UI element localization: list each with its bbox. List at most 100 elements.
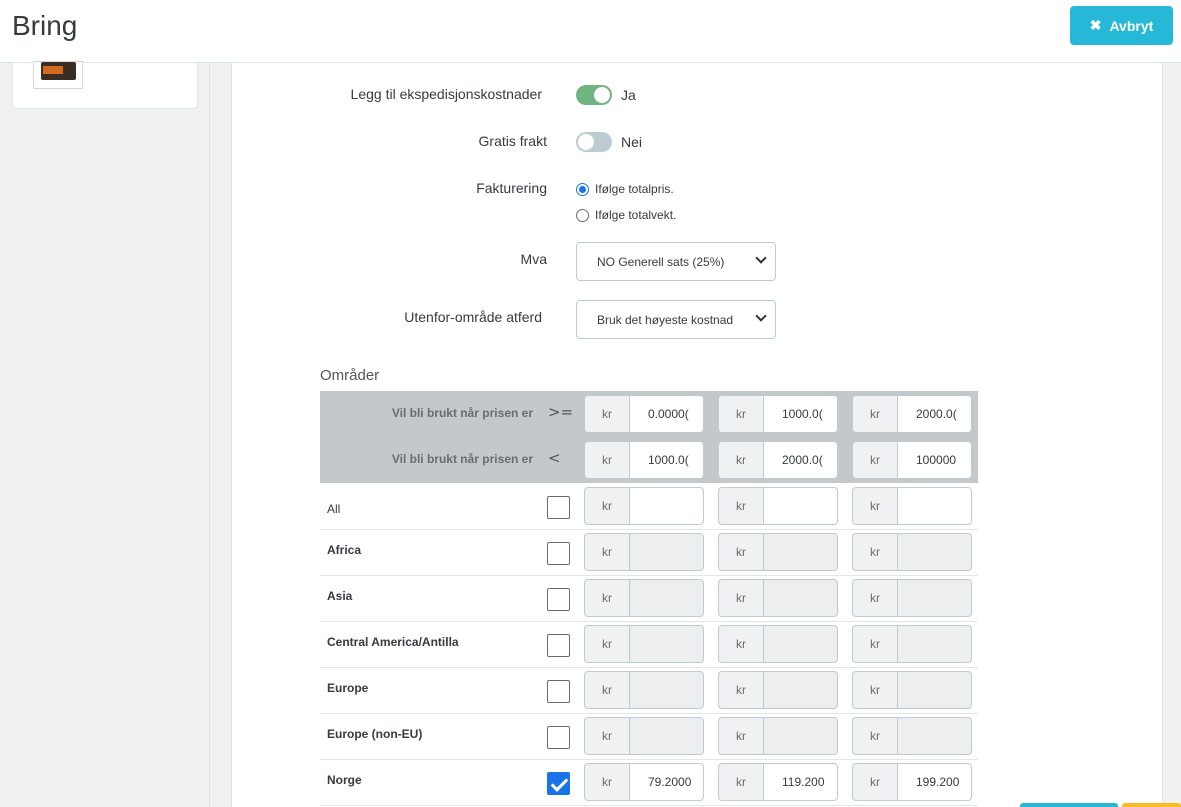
zone-price-input[interactable]: kr xyxy=(852,717,972,755)
zone-price-input[interactable]: kr xyxy=(718,487,838,525)
range-from-operator: >= xyxy=(548,403,574,421)
zones-title: Områder xyxy=(320,367,380,384)
zone-checkbox[interactable] xyxy=(547,542,570,565)
product-thumbnail[interactable] xyxy=(33,61,83,89)
zone-price-field xyxy=(897,717,972,755)
currency-addon: kr xyxy=(584,487,629,525)
currency-addon: kr xyxy=(584,717,629,755)
zone-price-input[interactable]: kr xyxy=(584,717,704,755)
range-from-input-1[interactable]: kr 0.0000( xyxy=(584,395,704,433)
zone-price-input[interactable]: kr xyxy=(584,533,704,571)
range-from-input-3[interactable]: kr 2000.0( xyxy=(852,395,972,433)
currency-addon: kr xyxy=(718,533,763,571)
zone-price-input[interactable]: kr xyxy=(852,487,972,525)
out-of-range-select[interactable]: Bruk det høyeste kostnad xyxy=(576,300,776,339)
zone-price-input[interactable]: kr xyxy=(584,487,704,525)
zone-price-field xyxy=(629,533,704,571)
zone-price-field[interactable] xyxy=(897,487,972,525)
toggle-knob xyxy=(578,134,594,150)
billing-option-weight[interactable]: Ifølge totalvekt. xyxy=(576,208,676,222)
currency-addon: kr xyxy=(852,671,897,709)
zone-price-field xyxy=(629,671,704,709)
range-from-field[interactable]: 2000.0( xyxy=(897,395,972,433)
range-from-field[interactable]: 1000.0( xyxy=(763,395,838,433)
zone-price-input[interactable]: kr xyxy=(584,671,704,709)
currency-addon: kr xyxy=(718,441,763,479)
currency-addon: kr xyxy=(852,763,897,801)
zone-price-field[interactable]: 199.200 xyxy=(897,763,972,801)
product-image xyxy=(41,62,76,80)
zone-row-africa: Africa kr kr kr xyxy=(320,530,978,576)
zone-price-input[interactable]: kr xyxy=(718,533,838,571)
zone-price-input[interactable]: kr 199.200 xyxy=(852,763,972,801)
currency-addon: kr xyxy=(852,395,897,433)
zone-price-input[interactable]: kr 79.2000 xyxy=(584,763,704,801)
zone-price-field xyxy=(629,717,704,755)
range-to-input-3[interactable]: kr 100000 xyxy=(852,441,972,479)
currency-addon: kr xyxy=(852,533,897,571)
currency-addon: kr xyxy=(852,441,897,479)
radio-button[interactable] xyxy=(576,208,589,222)
billing-option-price[interactable]: Ifølge totalpris. xyxy=(576,182,674,196)
currency-addon: kr xyxy=(584,533,629,571)
zone-price-field[interactable] xyxy=(629,487,704,525)
zone-checkbox[interactable] xyxy=(547,634,570,657)
range-to-input-2[interactable]: kr 2000.0( xyxy=(718,441,838,479)
currency-addon: kr xyxy=(584,625,629,663)
zone-name: Asia xyxy=(327,589,353,603)
range-from-input-2[interactable]: kr 1000.0( xyxy=(718,395,838,433)
zone-price-field xyxy=(629,625,704,663)
free-shipping-toggle[interactable] xyxy=(576,132,612,152)
zone-price-field xyxy=(897,533,972,571)
currency-addon: kr xyxy=(718,395,763,433)
billing-option-label: Ifølge totalvekt. xyxy=(595,208,677,222)
range-from-field[interactable]: 0.0000( xyxy=(629,395,704,433)
zone-price-input[interactable]: kr xyxy=(584,625,704,663)
zone-price-input[interactable]: kr xyxy=(852,671,972,709)
zone-price-field[interactable] xyxy=(763,487,838,525)
zone-price-input[interactable]: kr xyxy=(718,717,838,755)
radio-button[interactable] xyxy=(576,182,589,196)
zone-price-input[interactable]: kr xyxy=(852,625,972,663)
bottom-secondary-button[interactable] xyxy=(1122,803,1181,807)
range-from-label: Vil bli brukt når prisen er xyxy=(391,406,533,420)
zone-price-input[interactable]: kr 119.200 xyxy=(718,763,838,801)
zone-price-field xyxy=(763,717,838,755)
zone-price-field[interactable]: 119.200 xyxy=(763,763,838,801)
zone-checkbox[interactable] xyxy=(547,588,570,611)
range-to-field[interactable]: 100000 xyxy=(897,441,972,479)
zone-price-input[interactable]: kr xyxy=(852,533,972,571)
zone-row-asia: Asia kr kr kr xyxy=(320,576,978,622)
currency-addon: kr xyxy=(584,441,629,479)
range-to-field[interactable]: 1000.0( xyxy=(629,441,704,479)
zone-price-input[interactable]: kr xyxy=(718,579,838,617)
cancel-button[interactable]: ✖ Avbryt xyxy=(1070,6,1173,45)
zone-checkbox[interactable] xyxy=(547,496,570,519)
zone-price-input[interactable]: kr xyxy=(718,671,838,709)
currency-addon: kr xyxy=(718,579,763,617)
bottom-primary-button[interactable] xyxy=(1020,803,1118,807)
zone-checkbox[interactable] xyxy=(547,772,570,795)
zone-checkbox[interactable] xyxy=(547,726,570,749)
zone-price-field xyxy=(763,533,838,571)
zone-price-input[interactable]: kr xyxy=(584,579,704,617)
range-to-field[interactable]: 2000.0( xyxy=(763,441,838,479)
handling-costs-toggle[interactable] xyxy=(576,85,612,105)
zone-price-field xyxy=(763,625,838,663)
range-to-input-1[interactable]: kr 1000.0( xyxy=(584,441,704,479)
free-shipping-label: Gratis frakt xyxy=(478,133,547,149)
left-panel xyxy=(0,61,210,807)
currency-addon: kr xyxy=(718,487,763,525)
currency-addon: kr xyxy=(584,579,629,617)
tax-select[interactable]: NO Generell sats (25%) xyxy=(576,242,776,281)
currency-addon: kr xyxy=(584,763,629,801)
zone-price-field[interactable]: 79.2000 xyxy=(629,763,704,801)
handling-costs-label: Legg til ekspedisjonskostnader xyxy=(350,86,542,102)
zone-checkbox[interactable] xyxy=(547,680,570,703)
zone-price-input[interactable]: kr xyxy=(718,625,838,663)
zone-row-all: All kr kr kr xyxy=(320,484,978,530)
zone-price-input[interactable]: kr xyxy=(852,579,972,617)
zone-name: Europe (non-EU) xyxy=(327,727,423,741)
currency-addon: kr xyxy=(718,625,763,663)
billing-label: Fakturering xyxy=(476,180,547,196)
